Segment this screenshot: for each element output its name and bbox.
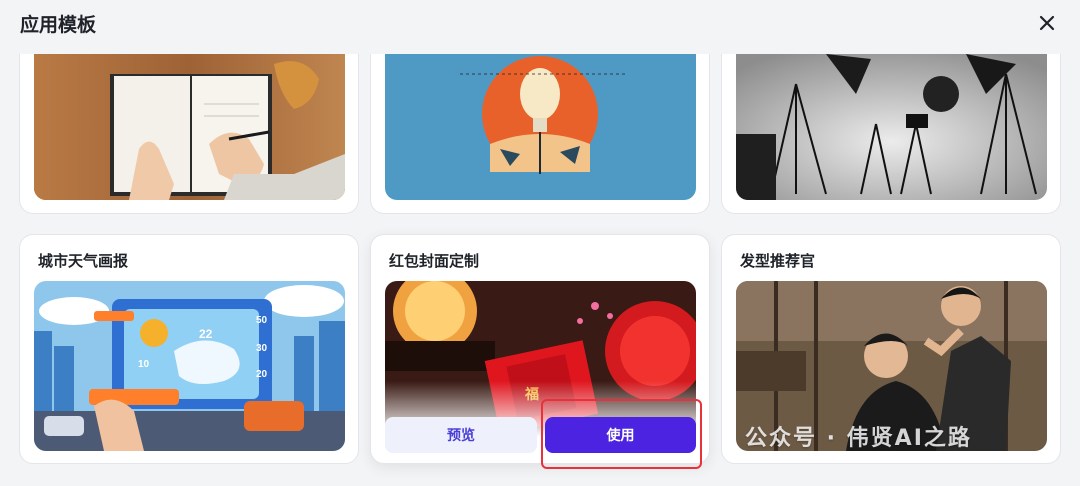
template-card-weather-poster[interactable]: 城市天气画报 22 10 50 30 20: [19, 234, 359, 464]
weather-temp-low: 10: [138, 359, 150, 370]
template-card-lightbulb[interactable]: [370, 54, 710, 214]
card-label: 城市天气画报: [38, 252, 129, 270]
dialog-header: 应用模板: [0, 0, 1080, 46]
weather-side-c: 20: [256, 369, 268, 380]
lightbulb-image: [385, 54, 696, 200]
watermark-text: 公众号 · 伟贤AI之路: [745, 426, 972, 451]
dialog-title: 应用模板: [20, 14, 97, 36]
card-label: 发型推荐官: [740, 252, 816, 270]
weather-poster-image: 22 10 50 30 20: [34, 281, 345, 451]
card-label: 红包封面定制: [389, 252, 480, 270]
template-card-studio[interactable]: [721, 54, 1061, 214]
close-icon[interactable]: [1034, 10, 1060, 36]
use-button-highlight-box: [541, 399, 702, 469]
notebook-image: [34, 54, 345, 200]
weather-side-b: 30: [256, 343, 268, 354]
preview-button[interactable]: 预览: [385, 417, 537, 453]
studio-image: [736, 54, 1047, 200]
template-card-notebook[interactable]: [19, 54, 359, 214]
weather-temp-main: 22: [199, 327, 213, 341]
weather-side-a: 50: [256, 315, 268, 326]
